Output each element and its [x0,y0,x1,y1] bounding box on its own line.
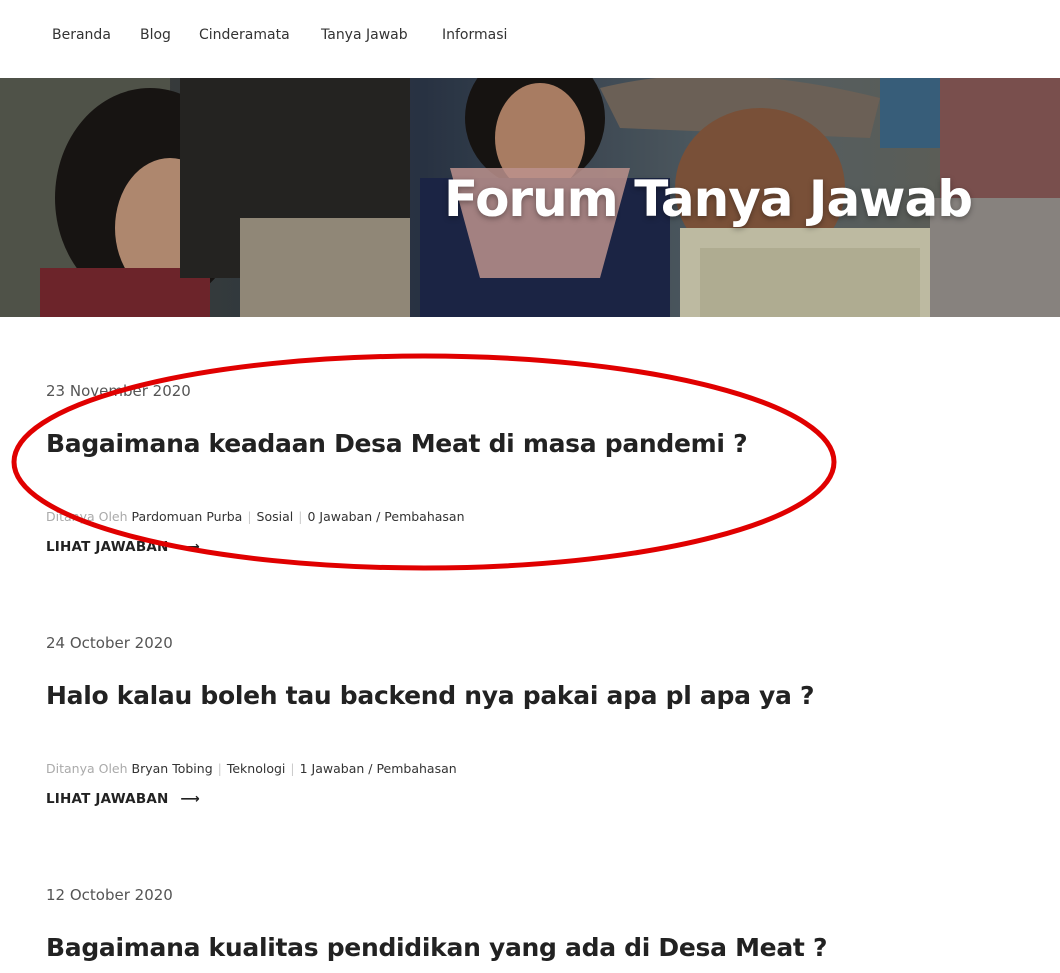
read-answers-link[interactable]: LIHAT JAWABAN ⟶ [46,539,200,555]
answers-count-link[interactable]: 0 Jawaban / Pembahasan [307,509,464,524]
meta-prefix: Ditanya Oleh [46,509,128,524]
nav-item-informasi[interactable]: Informasi [442,27,507,43]
meta-prefix: Ditanya Oleh [46,761,128,776]
read-answers-label: LIHAT JAWABAN [46,791,169,807]
author-link[interactable]: Pardomuan Purba [132,509,243,524]
category-link[interactable]: Teknologi [227,761,286,776]
post-date: 24 October 2020 [46,634,173,652]
post-title-link[interactable]: Bagaimana kualitas pendidikan yang ada d… [46,933,827,962]
nav-item-beranda[interactable]: Beranda [52,27,111,43]
post-meta: Ditanya Oleh Bryan Tobing | Teknologi | 1 Ja… [46,761,457,776]
nav-item-tanya-jawab[interactable]: Tanya Jawab [321,27,408,43]
meta-separator: | [247,509,252,524]
post-title-link[interactable]: Bagaimana keadaan Desa Meat di masa pand… [46,429,748,458]
post-meta: Ditanya Oleh Pardomuan Purba | Sosial | 0 Ja… [46,509,465,524]
meta-separator: | [217,761,222,776]
answers-count-link[interactable]: 1 Jawaban / Pembahasan [300,761,457,776]
arrow-right-icon: ⟶ [180,539,201,555]
nav-item-blog[interactable]: Blog [140,27,171,43]
top-navigation: Beranda Blog Cinderamata Tanya Jawab Inf… [0,0,1060,78]
page-title: Forum Tanya Jawab [443,170,973,228]
meta-separator: | [298,509,303,524]
post-date: 12 October 2020 [46,886,173,904]
post-title-link[interactable]: Halo kalau boleh tau backend nya pakai a… [46,681,815,710]
read-answers-link[interactable]: LIHAT JAWABAN ⟶ [46,791,200,807]
meta-separator: | [290,761,295,776]
arrow-right-icon: ⟶ [180,791,201,807]
post-date: 23 November 2020 [46,382,191,400]
nav-item-cinderamata[interactable]: Cinderamata [199,27,290,43]
author-link[interactable]: Bryan Tobing [132,761,213,776]
hero-banner: Forum Tanya Jawab [0,78,1060,317]
category-link[interactable]: Sosial [257,509,294,524]
read-answers-label: LIHAT JAWABAN [46,539,169,555]
